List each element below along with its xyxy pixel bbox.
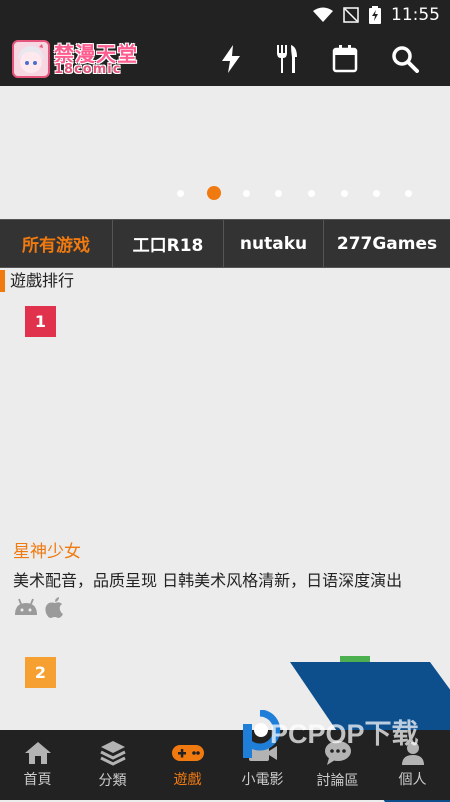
carousel-dot[interactable]: [275, 190, 282, 197]
layers-icon: [99, 741, 126, 766]
no-signal-icon: [343, 7, 359, 23]
logo-subtitle: 18comic: [54, 62, 122, 77]
wifi-icon: [313, 7, 333, 22]
carousel-dot[interactable]: [373, 190, 380, 197]
tab-277games[interactable]: 277Games: [324, 220, 450, 267]
nav-label: 遊戲: [173, 772, 202, 788]
nav-games[interactable]: 遊戲: [150, 730, 225, 800]
tab-r18[interactable]: 工口R18: [113, 220, 224, 267]
carousel-dot-active[interactable]: [207, 186, 221, 200]
carousel-indicator: [0, 186, 450, 200]
home-icon: [24, 742, 51, 764]
apple-icon: [45, 597, 63, 618]
tab-all-games[interactable]: 所有游戏: [0, 220, 113, 267]
status-bar: 11:55: [0, 0, 450, 32]
section-title: 遊戲排行: [10, 271, 75, 290]
gamepad-icon: [171, 745, 204, 761]
nav-label: 小電影: [241, 772, 284, 788]
carousel-dot[interactable]: [243, 190, 250, 197]
nav-home[interactable]: 首頁: [0, 730, 75, 800]
search-icon[interactable]: [390, 44, 420, 74]
watermark: PCPOP下载: [240, 709, 419, 764]
tab-nutaku[interactable]: nutaku: [224, 220, 324, 267]
platform-icons: [13, 597, 65, 619]
restaurant-icon[interactable]: [272, 44, 302, 74]
game-description: 美术配音，品质呈现 日韩美术风格清新，日语深度演出: [13, 571, 403, 590]
game-category-tabs: 所有游戏 工口R18 nutaku 277Games: [0, 219, 450, 268]
app-logo[interactable]: 禁漫天堂 18comic: [12, 38, 138, 80]
nav-category[interactable]: 分類: [75, 730, 150, 800]
calendar-icon[interactable]: [330, 44, 360, 74]
carousel-dot[interactable]: [177, 190, 184, 197]
rank-badge: 2: [25, 657, 56, 688]
nav-label: 首頁: [23, 772, 52, 788]
game-cover-image[interactable]: [0, 300, 450, 530]
android-icon: [15, 598, 37, 615]
game-title[interactable]: 星神少女: [13, 537, 81, 562]
nav-label: 個人: [398, 772, 427, 788]
status-time: 11:55: [391, 5, 440, 25]
nav-label: 分類: [98, 773, 127, 789]
logo-mascot: [12, 40, 50, 78]
lightning-icon[interactable]: [216, 44, 246, 74]
carousel-dot[interactable]: [308, 190, 315, 197]
app-bar: 禁漫天堂 18comic: [0, 32, 450, 86]
battery-charging-icon: [369, 6, 381, 24]
nav-label: 討論區: [316, 773, 359, 789]
carousel-dot[interactable]: [341, 190, 348, 197]
carousel-dot[interactable]: [405, 190, 412, 197]
watermark-text: PCPOP下载: [270, 719, 419, 749]
